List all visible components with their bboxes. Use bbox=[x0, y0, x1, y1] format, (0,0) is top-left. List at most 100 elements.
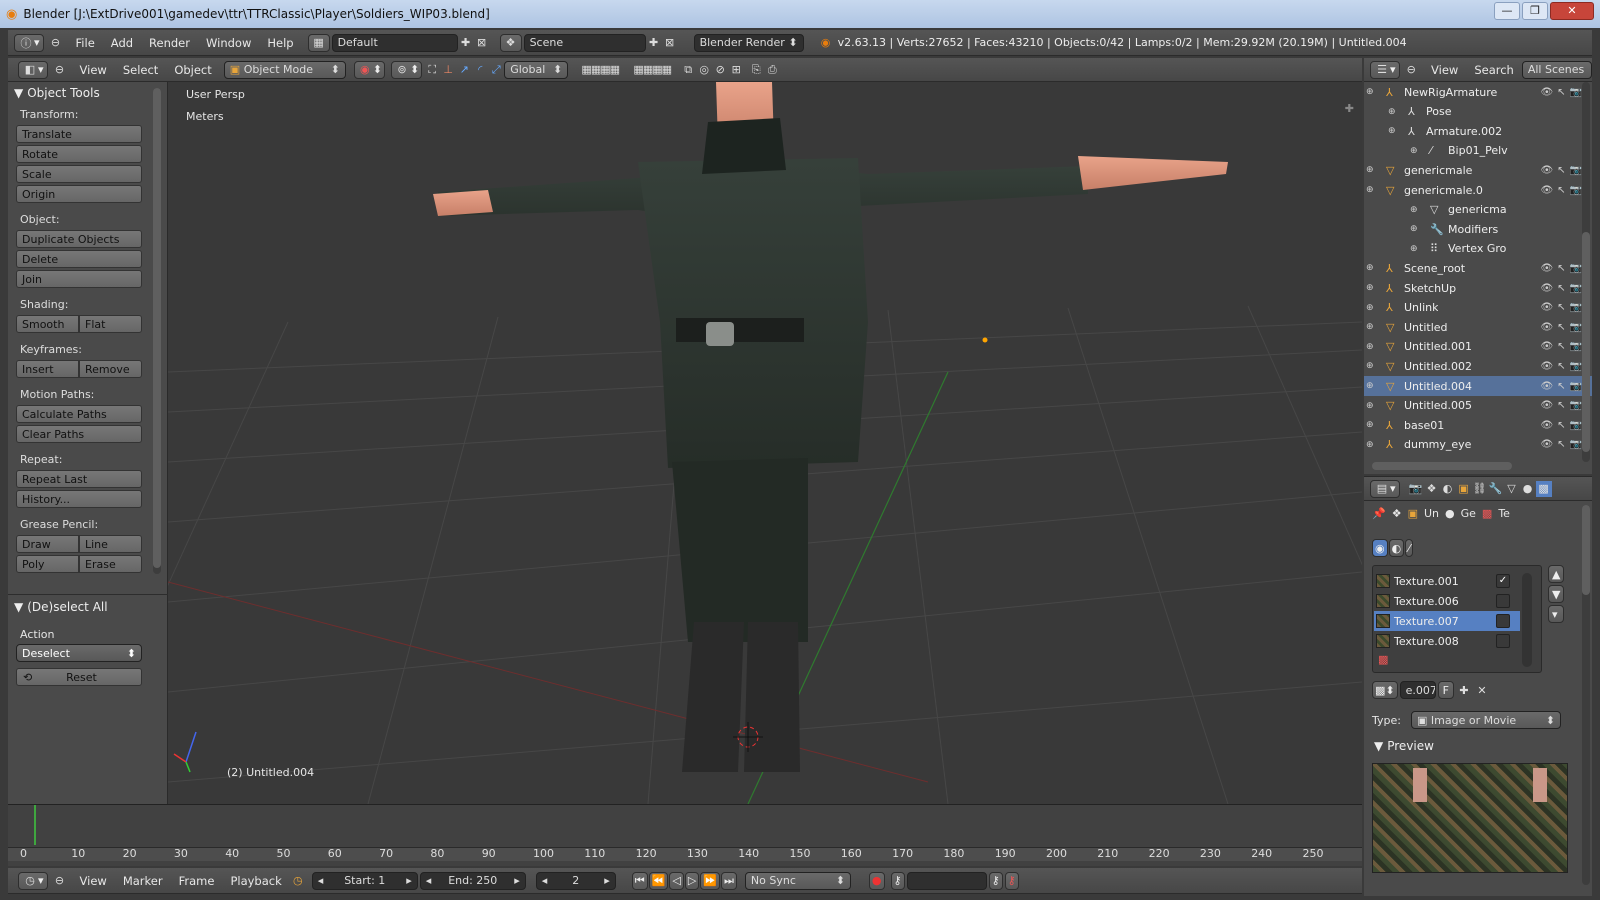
outliner-row[interactable]: ⊕ ⅄ Pose bbox=[1364, 102, 1592, 122]
texture-slot-row[interactable]: Texture.001 ✓ bbox=[1374, 571, 1520, 591]
slot-menu-button[interactable]: ▾ bbox=[1548, 605, 1565, 623]
translate-manipulator-icon[interactable]: ⊥ bbox=[440, 62, 456, 78]
render-camera-icon[interactable]: 📷 bbox=[1570, 322, 1582, 333]
render-camera-icon[interactable]: 📷 bbox=[1570, 400, 1582, 411]
render-camera-icon[interactable]: 📷 bbox=[1570, 165, 1582, 176]
render-camera-icon[interactable]: 📷 bbox=[1570, 185, 1582, 196]
flat-button[interactable]: Flat bbox=[79, 315, 142, 333]
duplicate-objects-button[interactable]: Duplicate Objects bbox=[16, 230, 142, 248]
scene-selector-button[interactable]: ❖ bbox=[499, 33, 522, 52]
visibility-eye-icon[interactable]: 👁 bbox=[1540, 381, 1553, 392]
orientation-select[interactable]: Global ⬍ bbox=[504, 60, 569, 79]
visibility-eye-icon[interactable]: 👁 bbox=[1540, 322, 1553, 333]
expand-toggle-icon[interactable]: ⊕ bbox=[1366, 440, 1374, 450]
texture-enabled-checkbox[interactable] bbox=[1496, 614, 1510, 628]
maximize-button[interactable]: ❐ bbox=[1522, 2, 1548, 20]
render-camera-icon[interactable]: 📷 bbox=[1570, 283, 1582, 294]
render-camera-icon[interactable]: 📷 bbox=[1570, 439, 1582, 450]
preview-panel-header[interactable]: ▼ Preview bbox=[1368, 735, 1440, 757]
calculate-paths-button[interactable]: Calculate Paths bbox=[16, 405, 142, 423]
unlink-texture-icon[interactable]: ✕ bbox=[1474, 682, 1490, 698]
visibility-eye-icon[interactable]: 👁 bbox=[1540, 302, 1553, 313]
render-camera-icon[interactable]: 📷 bbox=[1570, 87, 1582, 98]
expand-toggle-icon[interactable]: ⊕ bbox=[1366, 303, 1374, 313]
editor-type-3dview-button[interactable]: ◧ ▾ bbox=[18, 60, 48, 79]
expand-toggle-icon[interactable]: ⊕ bbox=[1388, 126, 1396, 136]
texture-type-select[interactable]: ▣ Image or Movie ⬍ bbox=[1410, 711, 1561, 729]
current-frame-indicator[interactable] bbox=[34, 805, 36, 845]
fake-user-button[interactable]: F bbox=[1437, 681, 1454, 699]
select-arrow-icon[interactable]: ↖ bbox=[1557, 185, 1565, 196]
repeat-last-button[interactable]: Repeat Last bbox=[16, 470, 142, 488]
play-button[interactable]: ▷ bbox=[684, 871, 700, 890]
keying-set-button[interactable]: ⚷ bbox=[890, 871, 905, 890]
menu-playback[interactable]: Playback bbox=[222, 874, 289, 888]
play-reverse-button[interactable]: ◁ bbox=[669, 871, 684, 890]
manipulator-toggle-icon[interactable]: ⛶ bbox=[424, 62, 440, 78]
history-button[interactable]: History... bbox=[16, 490, 142, 508]
3d-viewport[interactable]: User Persp Meters (2) Untitled.004 ✚ bbox=[168, 82, 1362, 804]
outliner-row[interactable]: ⊕ ⠿ Vertex Gro bbox=[1364, 239, 1592, 259]
insert-button[interactable]: Insert bbox=[16, 360, 79, 378]
texture-browse-button[interactable]: ▩ ⬍ bbox=[1372, 681, 1398, 699]
scale-manipulator-icon[interactable]: ⤢ bbox=[488, 62, 504, 78]
expand-toggle-icon[interactable]: ⊕ bbox=[1366, 283, 1374, 293]
outliner-scrollbar[interactable] bbox=[1582, 82, 1590, 462]
outliner-row[interactable]: ⊕ ▽ Untitled.002 👁 ↖ 📷 bbox=[1364, 356, 1592, 376]
world-textures-tab[interactable]: ◐ bbox=[1388, 539, 1405, 557]
menu-frame[interactable]: Frame bbox=[171, 874, 223, 888]
editor-type-outliner-button[interactable]: ☰ ▾ bbox=[1370, 60, 1400, 79]
record-button[interactable]: ● bbox=[868, 871, 885, 890]
outliner-row[interactable]: ⊕ ▽ Untitled.001 👁 ↖ 📷 bbox=[1364, 337, 1592, 357]
outliner-row[interactable]: ⊕ ⅄ Armature.002 bbox=[1364, 121, 1592, 141]
render-engine-select[interactable]: Blender Render ⬍ bbox=[693, 33, 804, 52]
snap-toggle-icon[interactable]: ⊘ bbox=[712, 62, 728, 78]
menu-help[interactable]: Help bbox=[259, 36, 301, 50]
close-button[interactable]: ✕ bbox=[1550, 2, 1594, 20]
minimize-button[interactable]: — bbox=[1494, 2, 1520, 20]
select-arrow-icon[interactable]: ↖ bbox=[1557, 87, 1565, 98]
select-arrow-icon[interactable]: ↖ bbox=[1557, 361, 1565, 372]
visibility-eye-icon[interactable]: 👁 bbox=[1540, 420, 1553, 431]
outliner-row[interactable]: ⊕ ⅄ Unlink 👁 ↖ 📷 bbox=[1364, 298, 1592, 318]
delete-button[interactable]: Delete bbox=[16, 250, 142, 268]
expand-toggle-icon[interactable]: ⊕ bbox=[1410, 146, 1418, 156]
menu-view[interactable]: View bbox=[72, 63, 115, 77]
scale-button[interactable]: Scale bbox=[16, 165, 142, 183]
move-slot-down-button[interactable]: ▼ bbox=[1548, 585, 1565, 603]
expand-toggle-icon[interactable]: ⊕ bbox=[1410, 244, 1418, 254]
preview-range-icon[interactable]: ◷ bbox=[290, 873, 306, 889]
join-button[interactable]: Join bbox=[16, 270, 142, 288]
object-context-icon[interactable]: ▣ bbox=[1456, 481, 1472, 497]
toolshelf-scrollbar[interactable] bbox=[153, 88, 161, 574]
modifiers-context-icon[interactable]: 🔧 bbox=[1488, 481, 1504, 497]
erase-button[interactable]: Erase bbox=[79, 555, 142, 573]
menu-object[interactable]: Object bbox=[166, 63, 219, 77]
layers-grid-2-icon[interactable]: ▦▦▦▦ bbox=[628, 62, 676, 78]
render-camera-icon[interactable]: 📷 bbox=[1570, 361, 1582, 372]
outliner-row[interactable]: ⊕ ▽ Untitled.005 👁 ↖ 📷 bbox=[1364, 396, 1592, 416]
action-select[interactable]: Deselect ⬍ bbox=[16, 644, 142, 662]
expand-toggle-icon[interactable]: ⊕ bbox=[1366, 420, 1374, 430]
select-arrow-icon[interactable]: ↖ bbox=[1557, 341, 1565, 352]
empty-slot-checker-icon[interactable]: ▩ bbox=[1378, 653, 1388, 666]
outliner-row[interactable]: ⊕ ▽ genericmale.0 👁 ↖ 📷 bbox=[1364, 180, 1592, 200]
texture-slot-row[interactable]: Texture.006 bbox=[1374, 591, 1520, 611]
select-arrow-icon[interactable]: ↖ bbox=[1557, 420, 1565, 431]
expand-toggle-icon[interactable]: ⊕ bbox=[1366, 322, 1374, 332]
editor-type-info-button[interactable]: ⓘ ▾ bbox=[14, 33, 44, 52]
menu-view[interactable]: View bbox=[72, 874, 115, 888]
menu-search[interactable]: Search bbox=[1466, 63, 1522, 77]
timeline-area[interactable]: 0 10 20 30 40 50 60 70 80 90 100 110 120 130 140 150 160… bbox=[8, 804, 1362, 866]
render-camera-icon[interactable]: 📷 bbox=[1570, 341, 1582, 352]
pin-icon[interactable]: 📌 bbox=[1372, 507, 1386, 520]
expand-toggle-icon[interactable]: ⊕ bbox=[1366, 361, 1374, 371]
outliner-hscrollbar[interactable] bbox=[1372, 462, 1512, 470]
line-button[interactable]: Line bbox=[79, 535, 142, 553]
editor-type-timeline-button[interactable]: ◷ ▾ bbox=[18, 871, 48, 890]
select-arrow-icon[interactable]: ↖ bbox=[1557, 165, 1565, 176]
select-arrow-icon[interactable]: ↖ bbox=[1557, 381, 1565, 392]
menu-view[interactable]: View bbox=[1423, 63, 1466, 77]
lock-layers-icon[interactable]: ⧉ bbox=[680, 62, 696, 78]
outliner-row[interactable]: ⊕ ⅄ dummy_eye 👁 ↖ 📷 bbox=[1364, 435, 1592, 455]
